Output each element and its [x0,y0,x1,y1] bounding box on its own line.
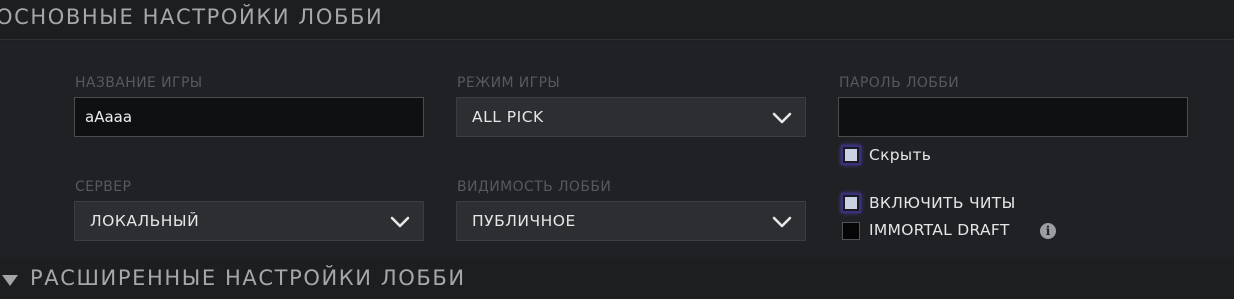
game-name-input[interactable]: aAaaa [74,97,424,137]
server-dropdown[interactable]: ЛОКАЛЬНЫЙ [74,201,424,241]
chevron-down-icon [772,216,792,228]
server-label: СЕРВЕР [75,179,132,195]
basic-settings-panel: НАЗВАНИЕ ИГРЫ aAaaa СЕРВЕР ЛОКАЛЬНЫЙ РЕЖ… [0,41,1234,259]
immortal-draft-checkbox-row[interactable]: IMMORTAL DRAFT i [841,220,1141,242]
lobby-password-label: ПАРОЛЬ ЛОББИ [839,75,960,91]
game-mode-selected-value: ALL PICK [472,108,544,126]
lobby-password-input[interactable] [838,97,1188,137]
advanced-settings-title: РАСШИРЕННЫЕ НАСТРОЙКИ ЛОББИ [30,266,466,290]
game-mode-dropdown[interactable]: ALL PICK [456,97,806,137]
enable-cheats-label: ВКЛЮЧИТЬ ЧИТЫ [869,194,1016,212]
info-icon[interactable]: i [1040,223,1056,239]
lobby-visibility-label: ВИДИМОСТЬ ЛОББИ [457,179,612,195]
game-mode-label: РЕЖИМ ИГРЫ [457,75,561,91]
advanced-settings-header[interactable]: РАСШИРЕННЫЕ НАСТРОЙКИ ЛОББИ [0,262,1234,299]
lobby-visibility-selected-value: ПУБЛИЧНОЕ [472,212,576,230]
immortal-draft-label: IMMORTAL DRAFT [869,221,1010,239]
enable-cheats-checkbox-row[interactable]: ВКЛЮЧИТЬ ЧИТЫ [841,193,1141,215]
basic-settings-title: ОСНОВНЫЕ НАСТРОЙКИ ЛОББИ [0,5,384,29]
hide-password-checkbox-row[interactable]: Скрыть [841,145,1041,167]
triangle-down-icon [2,275,18,286]
hide-password-checkbox[interactable] [841,145,861,165]
chevron-down-icon [772,112,792,124]
hide-password-label: Скрыть [869,146,932,164]
enable-cheats-checkbox[interactable] [841,193,861,213]
chevron-down-icon [390,216,410,228]
immortal-draft-checkbox[interactable] [842,222,860,240]
game-name-value: aAaaa [85,108,133,126]
basic-settings-header: ОСНОВНЫЕ НАСТРОЙКИ ЛОББИ [0,0,1234,40]
server-selected-value: ЛОКАЛЬНЫЙ [90,212,200,230]
lobby-visibility-dropdown[interactable]: ПУБЛИЧНОЕ [456,201,806,241]
game-name-label: НАЗВАНИЕ ИГРЫ [75,75,203,91]
